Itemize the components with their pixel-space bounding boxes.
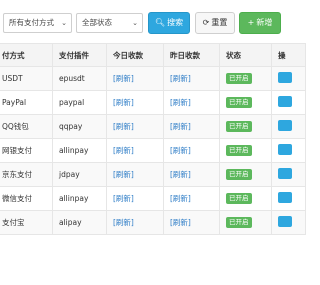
cell-status: 已开启: [219, 186, 272, 211]
cell-plugin: qqpay: [52, 114, 107, 139]
search-button-label: 搜索: [167, 18, 184, 27]
chevron-down-icon: ⌄: [132, 19, 138, 27]
payment-type-select[interactable]: 所有支付方式 ⌄: [3, 13, 72, 33]
header-today: 今日收款: [106, 43, 164, 67]
status-select[interactable]: 全部状态 ⌄: [76, 13, 143, 33]
refresh-today-link[interactable]: [刷新]: [106, 90, 164, 115]
table-row: 网银支付 allinpay [刷新] [刷新] 已开启: [0, 138, 306, 163]
cell-status: 已开启: [219, 138, 272, 163]
status-badge[interactable]: 已开启: [226, 121, 252, 132]
table-row: 支付宝 alipay [刷新] [刷新] 已开启: [0, 210, 306, 235]
cell-status: 已开启: [219, 210, 272, 235]
refresh-today-link[interactable]: [刷新]: [106, 186, 164, 211]
cell-name: 微信支付: [0, 186, 53, 211]
edit-button[interactable]: [278, 96, 292, 107]
table-row: 微信支付 allinpay [刷新] [刷新] 已开启: [0, 186, 306, 211]
cell-name: 支付宝: [0, 210, 53, 235]
cell-actions: [271, 90, 306, 115]
cell-name: 京东支付: [0, 162, 53, 187]
edit-button[interactable]: [278, 144, 292, 155]
cell-name: 网银支付: [0, 138, 53, 163]
cell-status: 已开启: [219, 162, 272, 187]
cell-actions: [271, 114, 306, 139]
cell-plugin: jdpay: [52, 162, 107, 187]
chevron-down-icon: ⌄: [61, 19, 67, 27]
status-badge[interactable]: 已开启: [226, 73, 252, 84]
plus-icon: +: [247, 18, 255, 27]
cell-plugin: allinpay: [52, 186, 107, 211]
edit-button[interactable]: [278, 216, 292, 227]
table-row: USDT epusdt [刷新] [刷新] 已开启: [0, 66, 306, 91]
refresh-today-link[interactable]: [刷新]: [106, 138, 164, 163]
refresh-today-link[interactable]: [刷新]: [106, 66, 164, 91]
header-payment-method: 付方式: [0, 43, 53, 67]
table-header-row: 付方式 支付插件 今日收款 昨日收款 状态 操: [0, 43, 306, 67]
edit-button[interactable]: [278, 72, 292, 83]
cell-status: 已开启: [219, 90, 272, 115]
reset-button[interactable]: ⟳ 重置: [195, 12, 235, 34]
search-icon: 🔍︎: [154, 18, 166, 27]
cell-plugin: allinpay: [52, 138, 107, 163]
table-row: QQ钱包 qqpay [刷新] [刷新] 已开启: [0, 114, 306, 139]
edit-button[interactable]: [278, 120, 292, 131]
refresh-today-link[interactable]: [刷新]: [106, 114, 164, 139]
cell-actions: [271, 162, 306, 187]
edit-button[interactable]: [278, 192, 292, 203]
payment-methods-table: 付方式 支付插件 今日收款 昨日收款 状态 操 USDT epusdt [刷新]…: [0, 43, 306, 235]
status-badge[interactable]: 已开启: [226, 97, 252, 108]
cell-actions: [271, 66, 306, 91]
header-yesterday: 昨日收款: [163, 43, 220, 67]
status-badge[interactable]: 已开启: [226, 193, 252, 204]
cell-actions: [271, 186, 306, 211]
refresh-yesterday-link[interactable]: [刷新]: [163, 90, 220, 115]
cell-status: 已开启: [219, 114, 272, 139]
refresh-today-link[interactable]: [刷新]: [106, 210, 164, 235]
cell-name: QQ钱包: [0, 114, 53, 139]
add-button[interactable]: + 新增: [239, 12, 281, 34]
status-badge[interactable]: 已开启: [226, 217, 252, 228]
cell-name: USDT: [0, 66, 53, 91]
refresh-today-link[interactable]: [刷新]: [106, 162, 164, 187]
refresh-icon: ⟳: [202, 18, 210, 27]
status-badge[interactable]: 已开启: [226, 169, 252, 180]
header-plugin: 支付插件: [52, 43, 107, 67]
status-badge[interactable]: 已开启: [226, 145, 252, 156]
header-status: 状态: [219, 43, 272, 67]
refresh-yesterday-link[interactable]: [刷新]: [163, 138, 220, 163]
refresh-yesterday-link[interactable]: [刷新]: [163, 210, 220, 235]
add-button-label: 新增: [256, 18, 273, 27]
edit-button[interactable]: [278, 168, 292, 179]
refresh-yesterday-link[interactable]: [刷新]: [163, 186, 220, 211]
header-actions: 操: [271, 43, 306, 67]
status-select-value: 全部状态: [82, 18, 112, 27]
filter-toolbar: 所有支付方式 ⌄ 全部状态 ⌄ 🔍︎ 搜索 ⟳ 重置 + 新增: [0, 0, 285, 40]
table-row: 京东支付 jdpay [刷新] [刷新] 已开启: [0, 162, 306, 187]
cell-actions: [271, 210, 306, 235]
refresh-yesterday-link[interactable]: [刷新]: [163, 162, 220, 187]
table-row: PayPal paypal [刷新] [刷新] 已开启: [0, 90, 306, 115]
refresh-yesterday-link[interactable]: [刷新]: [163, 66, 220, 91]
cell-status: 已开启: [219, 66, 272, 91]
cell-plugin: epusdt: [52, 66, 107, 91]
cell-actions: [271, 138, 306, 163]
reset-button-label: 重置: [211, 18, 228, 27]
cell-plugin: paypal: [52, 90, 107, 115]
search-button[interactable]: 🔍︎ 搜索: [148, 12, 190, 34]
payment-type-select-value: 所有支付方式: [9, 18, 54, 27]
refresh-yesterday-link[interactable]: [刷新]: [163, 114, 220, 139]
cell-name: PayPal: [0, 90, 53, 115]
cell-plugin: alipay: [52, 210, 107, 235]
